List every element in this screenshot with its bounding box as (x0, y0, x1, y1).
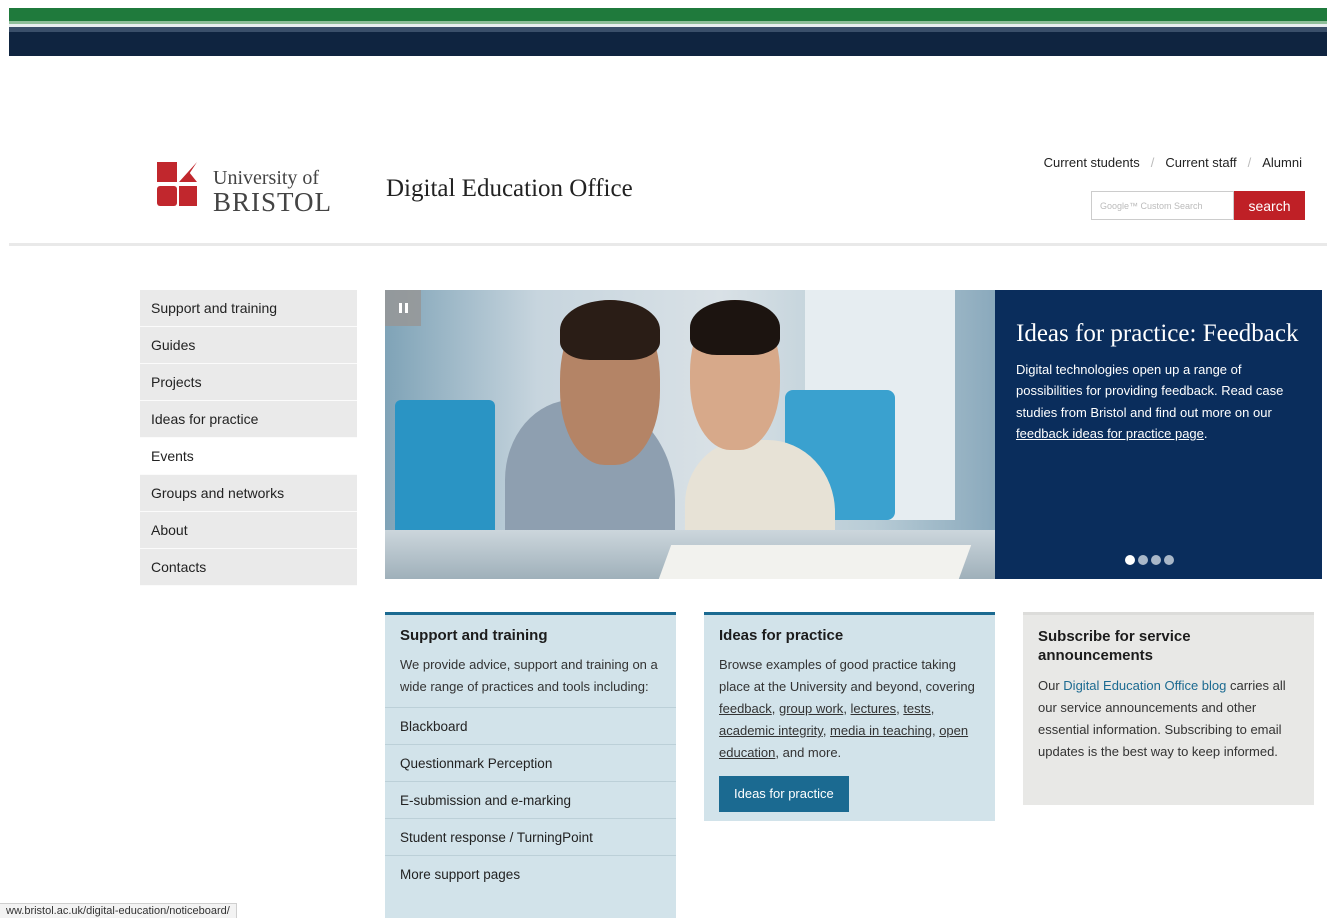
site-search: search (1091, 191, 1305, 220)
search-input[interactable] (1091, 191, 1234, 220)
ideas-for-practice-card: Ideas for practice Browse examples of go… (704, 612, 995, 821)
nav-item-events[interactable]: Events (140, 438, 357, 475)
nav-item-groups-and-networks[interactable]: Groups and networks (140, 475, 357, 512)
university-logo[interactable]: University of BRISTOL (155, 160, 355, 220)
ideas-link-academic-integrity[interactable]: academic integrity (719, 723, 823, 738)
ideas-link-lectures[interactable]: lectures (851, 701, 897, 716)
hero-image (385, 290, 995, 579)
hero-feedback-link[interactable]: feedback ideas for practice page (1016, 426, 1204, 441)
site-title[interactable]: Digital Education Office (386, 175, 633, 203)
nav-item-guides[interactable]: Guides (140, 327, 357, 364)
nav-item-ideas-for-practice[interactable]: Ideas for practice (140, 401, 357, 438)
slide-indicator (1125, 555, 1177, 565)
support-link-more[interactable]: More support pages (385, 855, 676, 892)
ideas-link-tests[interactable]: tests (903, 701, 930, 716)
top-banner-stripes (9, 8, 1327, 56)
slide-dot-4[interactable] (1164, 555, 1174, 565)
support-link-blackboard[interactable]: Blackboard (385, 707, 676, 744)
left-navigation: Support and training Guides Projects Ide… (140, 290, 357, 586)
ideas-for-practice-button[interactable]: Ideas for practice (719, 776, 849, 812)
utility-nav: Current students / Current staff / Alumn… (1043, 155, 1302, 170)
support-card-title: Support and training (400, 627, 548, 644)
header-divider (9, 243, 1327, 246)
link-current-staff[interactable]: Current staff (1165, 155, 1236, 170)
logo-line1: University of (213, 167, 320, 189)
support-card-text: We provide advice, support and training … (400, 657, 658, 694)
ideas-card-text: Browse examples of good practice taking … (719, 657, 975, 760)
hero-caption-panel: Ideas for practice: Feedback Digital tec… (995, 290, 1322, 579)
nav-item-contacts[interactable]: Contacts (140, 549, 357, 586)
ideas-link-media-in-teaching[interactable]: media in teaching (830, 723, 932, 738)
pause-icon[interactable] (385, 290, 421, 326)
browser-status-bar: ww.bristol.ac.uk/digital-education/notic… (0, 903, 237, 918)
support-link-questionmark[interactable]: Questionmark Perception (385, 744, 676, 781)
link-current-students[interactable]: Current students (1044, 155, 1140, 170)
nav-item-about[interactable]: About (140, 512, 357, 549)
support-link-turningpoint[interactable]: Student response / TurningPoint (385, 818, 676, 855)
subscribe-card-text: Our Digital Education Office blog carrie… (1038, 678, 1286, 759)
search-button[interactable]: search (1234, 191, 1305, 220)
hero-text: Digital technologies open up a range of … (1016, 361, 1284, 442)
slide-dot-1[interactable] (1125, 555, 1135, 565)
hero-title: Ideas for practice: Feedback (1016, 320, 1299, 347)
ideas-card-title: Ideas for practice (719, 627, 844, 644)
support-and-training-card: Support and training We provide advice, … (385, 612, 676, 918)
subscribe-card-title: Subscribe for service announcements (1038, 628, 1191, 664)
blog-link[interactable]: Digital Education Office blog (1063, 678, 1226, 693)
slide-dot-3[interactable] (1151, 555, 1161, 565)
support-link-esubmission[interactable]: E-submission and e-marking (385, 781, 676, 818)
ideas-link-feedback[interactable]: feedback (719, 701, 772, 716)
crest-icon (155, 160, 207, 216)
slide-dot-2[interactable] (1138, 555, 1148, 565)
subscribe-card: Subscribe for service announcements Our … (1023, 612, 1314, 805)
logo-line2: BRISTOL (213, 187, 333, 217)
link-alumni[interactable]: Alumni (1262, 155, 1302, 170)
nav-item-projects[interactable]: Projects (140, 364, 357, 401)
nav-item-support-and-training[interactable]: Support and training (140, 290, 357, 327)
ideas-link-group-work[interactable]: group work (779, 701, 843, 716)
